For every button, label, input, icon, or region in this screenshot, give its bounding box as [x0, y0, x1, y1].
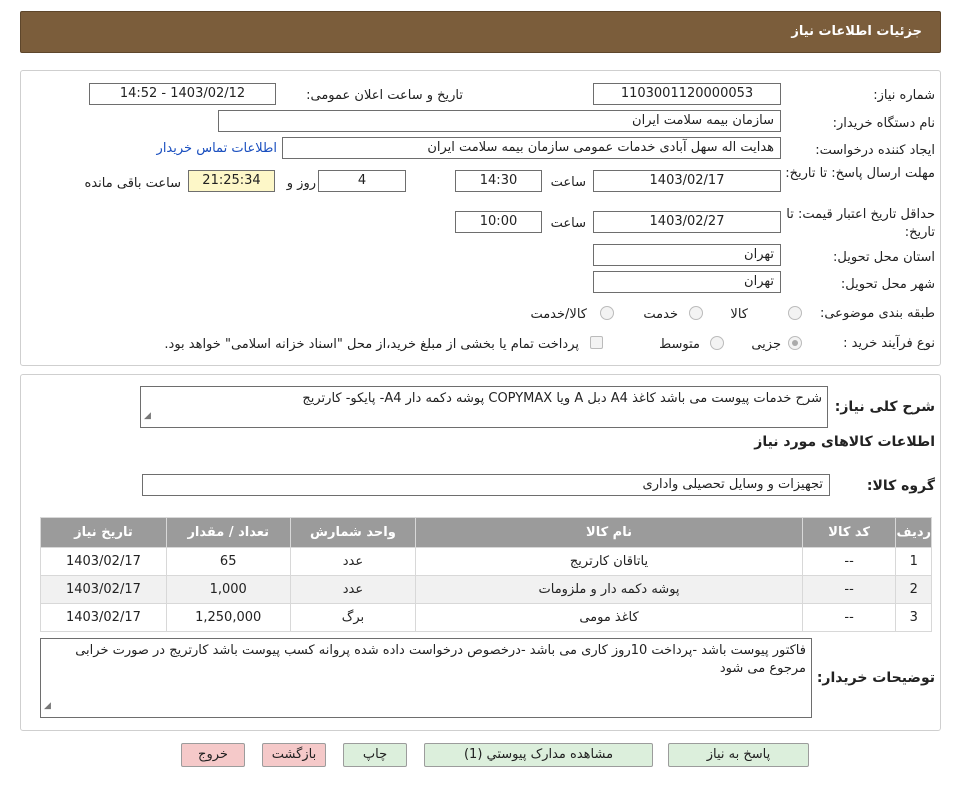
- items-info-heading: اطلاعات کالاهای مورد نیاز: [754, 434, 935, 450]
- category-service-label: خدمت: [643, 307, 678, 322]
- general-desc-label: شرح کلی نیاز:: [834, 399, 935, 415]
- category-goods-service-radio[interactable]: [600, 306, 614, 320]
- goods-group-label: گروه کالا:: [866, 478, 935, 494]
- table-row: 3 -- کاغذ مومی برگ 1,250,000 1403/02/17: [40, 603, 932, 632]
- day-and-label: روز و: [286, 176, 316, 191]
- items-table-header: ردیف کد کالا نام کالا واحد شمارش تعداد /…: [40, 517, 932, 548]
- category-goods-radio[interactable]: [788, 306, 802, 320]
- purchase-medium-label: متوسط: [659, 337, 700, 352]
- buyer-notes-label: توضیحات خریدار:: [816, 670, 935, 686]
- delivery-province-label: استان محل تحویل:: [833, 250, 935, 265]
- category-label: طبقه بندی موضوعی:: [819, 306, 935, 321]
- exit-button[interactable]: خروج: [181, 743, 245, 767]
- days-left-field: 4: [318, 170, 406, 192]
- general-desc-text: شرح خدمات پیوست می باشد کاغذ A4 دبل A وی…: [302, 391, 822, 406]
- reply-time-field: 14:30: [455, 170, 542, 192]
- purchase-type-label: نوع فرآیند خرید :: [843, 336, 935, 351]
- resize-grip-icon[interactable]: ◢: [144, 407, 151, 425]
- col-row-number: ردیف: [895, 517, 932, 548]
- buyer-org-label: نام دستگاه خریدار:: [832, 116, 935, 131]
- requester-field: هدایت اله سهل آبادی خدمات عمومی سازمان ب…: [282, 137, 781, 159]
- delivery-city-field: تهران: [593, 271, 781, 293]
- need-number-field: 1103001120000053: [593, 83, 781, 105]
- delivery-city-label: شهر محل تحویل:: [840, 277, 935, 292]
- col-need-date: تاریخ نیاز: [40, 517, 167, 548]
- price-validity-label: حداقل تاریخ اعتبار قیمت: تا تاریخ:: [786, 207, 935, 240]
- col-quantity: تعداد / مقدار: [165, 517, 291, 548]
- reply-deadline-label: مهلت ارسال پاسخ: تا تاریخ:: [785, 166, 935, 181]
- validity-time-label: ساعت: [550, 216, 586, 231]
- col-goods-name: نام کالا: [415, 517, 803, 548]
- requester-label: ایجاد کننده درخواست:: [815, 143, 935, 158]
- reply-button[interactable]: پاسخ به نیاز: [668, 743, 809, 767]
- buyer-org-field: سازمان بیمه سلامت ایران: [218, 110, 781, 132]
- delivery-province-field: تهران: [593, 244, 781, 266]
- page-title: جزئیات اطلاعات نیاز: [791, 24, 922, 39]
- page-title-bar: جزئیات اطلاعات نیاز: [20, 11, 941, 53]
- treasury-checkbox[interactable]: [590, 336, 603, 349]
- col-unit: واحد شمارش: [289, 517, 417, 548]
- reply-time-label: ساعت: [550, 175, 586, 190]
- category-goods-service-label: کالا/خدمت: [530, 307, 587, 322]
- items-table: ردیف کد کالا نام کالا واحد شمارش تعداد /…: [40, 517, 932, 632]
- reply-date-field: 1403/02/17: [593, 170, 781, 192]
- announce-datetime-label: تاریخ و ساعت اعلان عمومی:: [306, 88, 463, 103]
- resize-grip-icon[interactable]: ◢: [44, 697, 51, 715]
- purchase-partial-label: جزیی: [751, 337, 781, 352]
- buyer-notes-field: فاکتور پیوست باشد -پرداخت 10روز کاری می …: [40, 638, 812, 718]
- buyer-notes-text: فاکتور پیوست باشد -پرداخت 10روز کاری می …: [75, 643, 806, 676]
- col-goods-code: کد کالا: [801, 517, 897, 548]
- general-desc-field: شرح خدمات پیوست می باشد کاغذ A4 دبل A وی…: [140, 386, 828, 428]
- print-button[interactable]: چاپ: [343, 743, 407, 767]
- remaining-time-label: ساعت باقی مانده: [84, 176, 181, 191]
- table-row: 1 -- یاتاقان کارتریج عدد 65 1403/02/17: [40, 547, 932, 576]
- treasury-note: پرداخت تمام یا بخشی از مبلغ خرید،از محل …: [164, 337, 579, 352]
- table-row: 2 -- پوشه دکمه دار و ملزومات عدد 1,000 1…: [40, 575, 932, 604]
- goods-group-field: تجهیزات و وسایل تحصیلی واداری: [142, 474, 830, 496]
- purchase-medium-radio[interactable]: [710, 336, 724, 350]
- back-button[interactable]: بازگشت: [262, 743, 326, 767]
- time-left-field: 21:25:34: [188, 170, 275, 192]
- purchase-partial-radio[interactable]: [788, 336, 802, 350]
- view-attachments-button[interactable]: مشاهده مدارک پیوستي (1): [424, 743, 653, 767]
- announce-datetime-field: 1403/02/12 - 14:52: [89, 83, 276, 105]
- category-goods-label: کالا: [730, 307, 748, 322]
- validity-time-field: 10:00: [455, 211, 542, 233]
- category-service-radio[interactable]: [689, 306, 703, 320]
- validity-date-field: 1403/02/27: [593, 211, 781, 233]
- need-number-label: شماره نیاز:: [873, 88, 935, 103]
- buyer-contact-link[interactable]: اطلاعات تماس خریدار: [157, 141, 277, 156]
